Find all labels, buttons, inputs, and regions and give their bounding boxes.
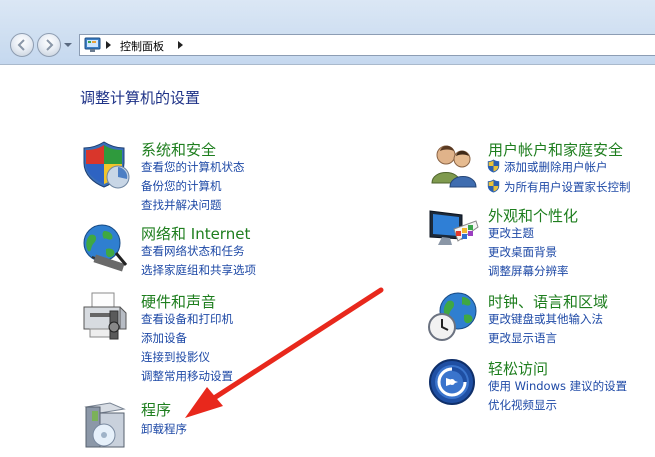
red-arrow-icon xyxy=(185,287,384,418)
